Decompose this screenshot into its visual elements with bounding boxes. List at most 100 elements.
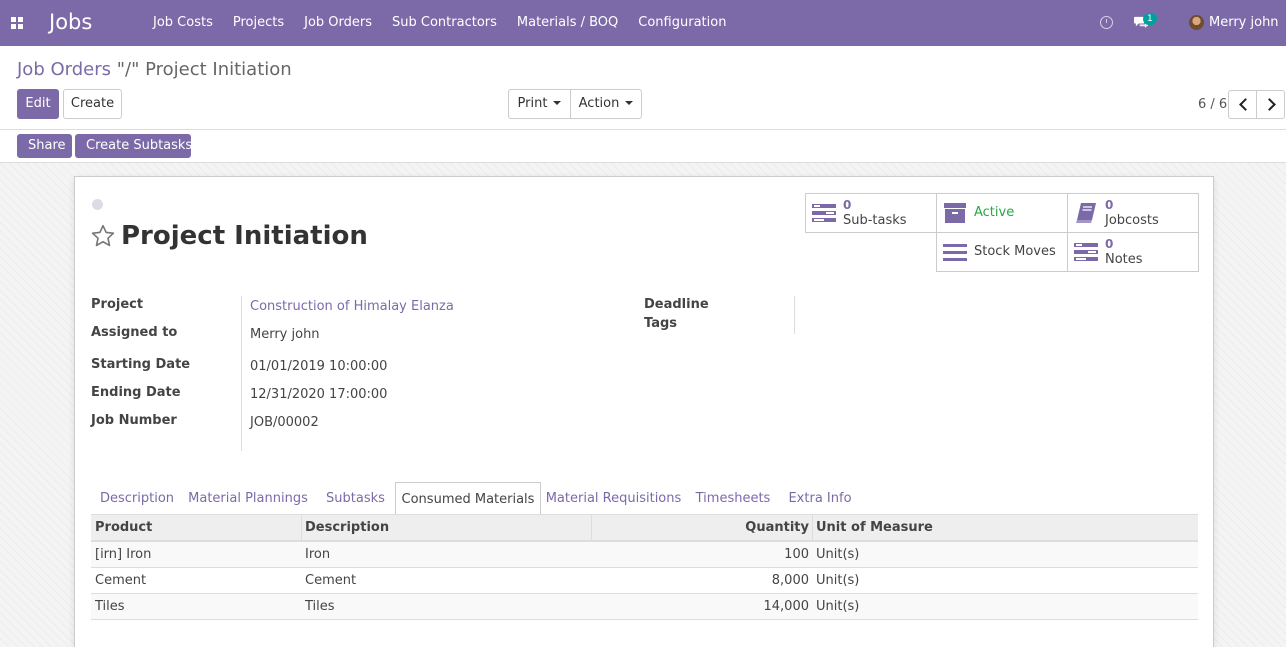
column-separator [812, 515, 813, 541]
cell-description: Iron [305, 547, 331, 562]
book-icon [1076, 203, 1096, 223]
cell-product: Tiles [95, 599, 125, 614]
active-toggle-button[interactable]: Active [936, 193, 1068, 233]
field-divider [794, 296, 795, 334]
tab-description[interactable]: Description [91, 482, 183, 515]
notes-label: Notes [1105, 252, 1143, 267]
cell-description: Tiles [305, 599, 335, 614]
cell-uom: Unit(s) [816, 599, 860, 614]
share-button[interactable]: Share [17, 134, 72, 158]
top-navbar: Jobs Job Costs Projects Job Orders Sub C… [0, 0, 1286, 46]
print-label: Print [517, 96, 548, 111]
stock-moves-label: Stock Moves [974, 244, 1056, 259]
print-dropdown[interactable]: Print [508, 89, 571, 119]
cell-uom: Unit(s) [816, 573, 860, 588]
starting-date-label: Starting Date [91, 357, 191, 372]
menu-sub-contractors[interactable]: Sub Contractors [382, 0, 507, 46]
subtasks-smart-button[interactable]: 0 Sub-tasks [805, 193, 937, 233]
tab-consumed-materials[interactable]: Consumed Materials [395, 482, 541, 516]
create-button[interactable]: Create [63, 89, 122, 119]
caret-down-icon [625, 100, 634, 105]
breadcrumb-separator: "/" [111, 59, 146, 80]
list-bars-icon [943, 244, 967, 261]
menu-configuration[interactable]: Configuration [628, 0, 736, 46]
chevron-right-icon [1263, 98, 1276, 111]
cell-quantity: 14,000 [763, 599, 810, 614]
table-header: Product Description Quantity Unit of Mea… [91, 514, 1198, 542]
tasks-icon [812, 204, 836, 222]
main-menu: Job Costs Projects Job Orders Sub Contra… [143, 0, 736, 46]
starting-date-field[interactable]: 01/01/2019 10:00:00 [250, 359, 387, 374]
tab-material-requisitions[interactable]: Material Requisitions [541, 482, 686, 515]
caret-down-icon [553, 100, 562, 105]
column-separator [591, 515, 592, 541]
column-separator [301, 515, 302, 541]
menu-job-costs[interactable]: Job Costs [143, 0, 223, 46]
breadcrumb-current: Project Initiation [145, 59, 292, 80]
jobcosts-label: Jobcosts [1105, 213, 1159, 228]
tab-subtasks[interactable]: Subtasks [317, 482, 394, 515]
tab-material-plannings[interactable]: Material Plannings [183, 482, 313, 515]
notebook-tabs: Description Material Plannings Subtasks … [91, 482, 1198, 516]
pager-next-button[interactable] [1256, 90, 1285, 119]
job-number-field[interactable]: JOB/00002 [250, 415, 319, 430]
star-icon[interactable] [90, 223, 116, 249]
breadcrumb-job-orders[interactable]: Job Orders [17, 59, 111, 80]
assigned-to-label: Assigned to [91, 325, 178, 340]
table-row[interactable]: Tiles Tiles 14,000 Unit(s) [91, 594, 1198, 620]
action-dropdown[interactable]: Action [570, 89, 642, 119]
user-menu[interactable]: Merry john [1209, 15, 1279, 30]
edit-button[interactable]: Edit [17, 89, 59, 119]
record-title[interactable]: Project Initiation [121, 221, 368, 251]
menu-job-orders[interactable]: Job Orders [294, 0, 382, 46]
notes-count: 0 [1105, 237, 1114, 251]
app-title[interactable]: Jobs [49, 10, 92, 34]
project-field[interactable]: Construction of Himalay Elanza [250, 299, 454, 314]
breadcrumb: Job Orders "/" Project Initiation [17, 59, 292, 80]
message-count-badge: 1 [1143, 13, 1157, 25]
menu-materials-boq[interactable]: Materials / BOQ [507, 0, 628, 46]
subtasks-label: Sub-tasks [843, 213, 907, 228]
cell-quantity: 8,000 [771, 573, 809, 588]
pager-value[interactable]: 6 / 6 [1198, 97, 1227, 112]
user-avatar[interactable] [1189, 15, 1204, 30]
tab-extra-info[interactable]: Extra Info [779, 482, 861, 515]
cell-description: Cement [305, 573, 357, 588]
deadline-label: Deadline [644, 297, 709, 312]
create-subtasks-button[interactable]: Create Subtasks [75, 134, 192, 158]
column-header-quantity[interactable]: Quantity [595, 515, 809, 541]
cell-quantity: 100 [784, 547, 809, 562]
column-header-product[interactable]: Product [95, 515, 152, 541]
ending-date-field[interactable]: 12/31/2020 17:00:00 [250, 387, 387, 402]
project-label: Project [91, 297, 144, 312]
table-row[interactable]: [irn] Iron Iron 100 Unit(s) [91, 542, 1198, 568]
subtasks-count: 0 [843, 198, 852, 212]
assigned-to-field[interactable]: Merry john [250, 327, 320, 342]
active-label: Active [974, 205, 1015, 220]
smart-buttons: 0 Sub-tasks Active 0 Jobcosts Stock Move… [805, 193, 1199, 272]
ending-date-label: Ending Date [91, 385, 181, 400]
job-number-label: Job Number [91, 413, 177, 428]
action-label: Action [578, 96, 620, 111]
archive-icon [944, 203, 966, 223]
tab-timesheets[interactable]: Timesheets [687, 482, 779, 515]
cell-product: Cement [95, 573, 147, 588]
notes-smart-button[interactable]: 0 Notes [1067, 232, 1199, 272]
jobcosts-smart-button[interactable]: 0 Jobcosts [1067, 193, 1199, 233]
jobcosts-count: 0 [1105, 198, 1114, 212]
kanban-state-dot[interactable] [92, 199, 103, 210]
tags-label: Tags [644, 316, 678, 331]
menu-projects[interactable]: Projects [223, 0, 294, 46]
stock-moves-smart-button[interactable]: Stock Moves [936, 232, 1068, 272]
cell-uom: Unit(s) [816, 547, 860, 562]
table-row[interactable]: Cement Cement 8,000 Unit(s) [91, 568, 1198, 594]
tasks-icon [1074, 243, 1098, 261]
column-header-uom[interactable]: Unit of Measure [816, 515, 933, 541]
pager-previous-button[interactable] [1228, 90, 1257, 119]
form-statusbar: Share Create Subtasks [0, 130, 1286, 163]
cell-product: [irn] Iron [95, 547, 152, 562]
apps-grid-icon[interactable] [11, 17, 23, 29]
column-header-description[interactable]: Description [305, 515, 389, 541]
activity-clock-icon[interactable] [1100, 16, 1113, 29]
chevron-left-icon [1239, 98, 1252, 111]
